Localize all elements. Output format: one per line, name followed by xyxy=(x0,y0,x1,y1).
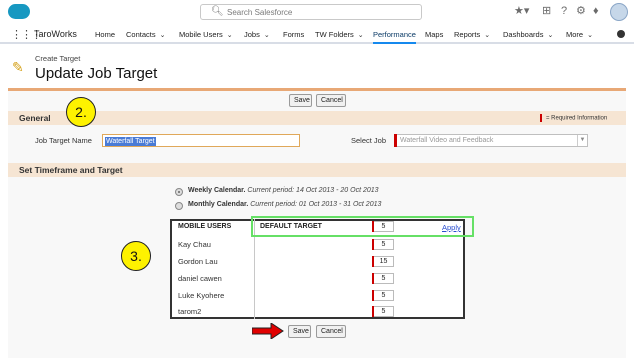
page-pre-title: Create Target xyxy=(35,54,81,63)
nav-item-maps[interactable]: Maps xyxy=(425,30,443,39)
step-2-badge: 2. xyxy=(66,97,96,127)
red-arrow-icon xyxy=(252,323,284,339)
search-placeholder: Search Salesforce xyxy=(227,8,293,17)
nav-item-mobile-users[interactable]: Mobile Users ⌄ xyxy=(179,30,233,39)
monthly-calendar-label: Monthly Calendar. Current period: 01 Oct… xyxy=(188,201,382,208)
cancel-button-bottom[interactable]: Cancel xyxy=(316,325,346,338)
nav-item-dashboards[interactable]: Dashboards ⌄ xyxy=(503,30,553,39)
default-target-highlight xyxy=(251,216,474,237)
select-job-value: Waterfall Video and Feedback xyxy=(400,137,494,144)
weekly-calendar-label: Weekly Calendar. Current period: 14 Oct … xyxy=(188,187,379,194)
pencil-icon: ✎ xyxy=(12,59,24,75)
table-row-user: daniel cawen xyxy=(178,274,222,283)
nav-item-more[interactable]: More ⌄ xyxy=(566,30,593,39)
user-target-input[interactable]: 15 xyxy=(372,256,394,267)
notifications-bell-icon[interactable]: ♦ xyxy=(593,5,599,17)
table-row-user: Gordon Lau xyxy=(178,257,218,266)
salesforce-logo[interactable] xyxy=(8,4,30,19)
save-button-top[interactable]: Save xyxy=(289,94,312,107)
job-target-name-input[interactable]: Waterfall Target xyxy=(102,134,300,147)
page-header: ✎ Create Target Update Job Target xyxy=(0,46,634,86)
setup-gear-icon[interactable]: ⚙ xyxy=(576,5,586,17)
select-job-dropdown[interactable]: Waterfall Video and Feedback ▼ xyxy=(394,134,588,147)
table-row-user: tarom2 xyxy=(178,307,202,316)
app-name: TaroWorks xyxy=(34,29,77,39)
step-3-badge: 3. xyxy=(121,241,151,271)
add-icon[interactable]: ⊞ xyxy=(542,5,551,17)
general-section-header: General = Required Information xyxy=(8,111,626,125)
column-header-mobile-users: MOBILE USERS xyxy=(178,223,232,230)
monthly-calendar-radio[interactable] xyxy=(175,202,183,210)
page-title: Update Job Target xyxy=(35,65,158,82)
cancel-button-top[interactable]: Cancel xyxy=(316,94,346,107)
job-target-name-value: Waterfall Target xyxy=(105,137,156,146)
favorites-icon[interactable]: ★▾ xyxy=(514,5,529,17)
nav-item-jobs[interactable]: Jobs ⌄ xyxy=(244,30,270,39)
save-button-bottom[interactable]: Save xyxy=(288,325,311,338)
section-title-timeframe: Set Timeframe and Target xyxy=(19,165,123,175)
user-target-input[interactable]: 5 xyxy=(372,239,394,250)
app-nav-bar: ⋮⋮⋮ TaroWorks Home Contacts ⌄ Mobile User… xyxy=(0,24,634,44)
job-target-name-label: Job Target Name xyxy=(35,136,92,145)
nav-item-reports[interactable]: Reports ⌄ xyxy=(454,30,490,39)
user-target-input[interactable]: 5 xyxy=(372,290,394,301)
global-search-input[interactable]: 🔍︎ Search Salesforce xyxy=(200,4,422,20)
required-info-legend: = Required Information xyxy=(540,114,607,122)
chevron-down-icon: ⌄ xyxy=(357,32,364,39)
chevron-down-icon: ⌄ xyxy=(226,32,233,39)
nav-item-home[interactable]: Home xyxy=(95,30,115,39)
chevron-down-icon: ⌄ xyxy=(587,32,593,39)
info-icon[interactable] xyxy=(617,30,625,38)
nav-item-contacts[interactable]: Contacts ⌄ xyxy=(126,30,165,39)
chevron-down-icon: ⌄ xyxy=(263,32,270,39)
nav-item-forms[interactable]: Forms xyxy=(283,30,304,39)
required-indicator xyxy=(394,134,397,147)
user-target-input[interactable]: 5 xyxy=(372,306,394,317)
user-avatar[interactable] xyxy=(610,3,628,21)
help-icon[interactable]: ? xyxy=(561,5,567,17)
weekly-calendar-radio[interactable] xyxy=(175,188,183,196)
chevron-down-icon: ⌄ xyxy=(484,32,491,39)
chevron-down-icon: ⌄ xyxy=(547,32,554,39)
section-title-general: General xyxy=(19,113,51,123)
search-icon: 🔍︎ xyxy=(211,6,224,17)
table-row-user: Luke Kyohere xyxy=(178,291,225,300)
timeframe-section-header: Set Timeframe and Target xyxy=(8,163,626,177)
chevron-down-icon: ⌄ xyxy=(159,32,166,39)
user-target-input[interactable]: 5 xyxy=(372,273,394,284)
dropdown-arrow-icon: ▼ xyxy=(577,135,587,146)
global-header: 🔍︎ Search Salesforce ★▾ ⊞ ? ⚙ ♦ xyxy=(0,0,634,24)
select-job-label: Select Job xyxy=(351,136,387,145)
table-row-user: Kay Chau xyxy=(178,240,211,249)
nav-item-performance[interactable]: Performance xyxy=(373,30,416,44)
nav-item-tw-folders[interactable]: TW Folders ⌄ xyxy=(315,30,364,39)
